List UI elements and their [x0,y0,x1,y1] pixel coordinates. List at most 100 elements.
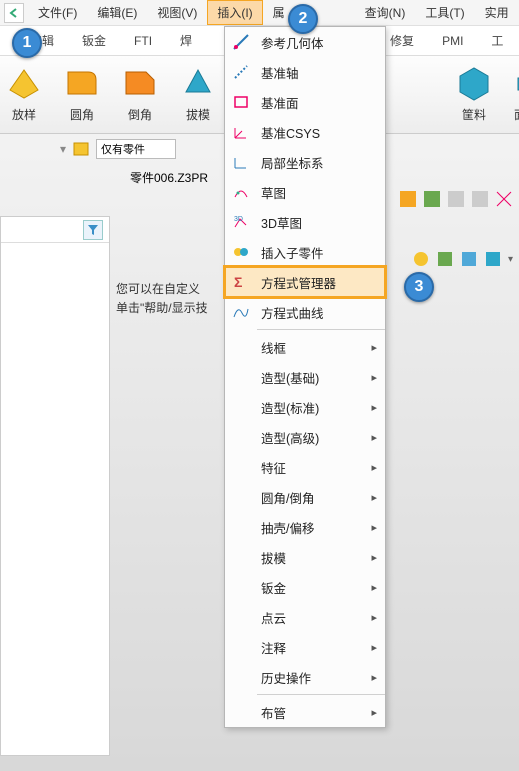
menu-item-label: 插入子零件 [261,243,324,262]
hint-line2: 单击"帮助/显示技 [116,299,208,318]
menubar-back-arrow[interactable] [4,3,24,23]
menu-file[interactable]: 文件(F) [28,0,87,25]
tool-icon[interactable] [423,190,441,208]
ribbon-draft-label: 拔模 [186,106,210,123]
menu-view[interactable]: 视图(V) [147,0,207,25]
menu-item-label: 造型(基础) [261,368,319,387]
tool-icon[interactable] [471,190,489,208]
tab-weld[interactable]: 焊 [166,26,206,55]
eqcurve-icon [231,302,251,322]
menu-piping[interactable]: 布管 [225,697,385,727]
menu-item-label: 拔模 [261,548,286,567]
insert-menu: 参考几何体 基准轴 基准面 基准CSYS 局部坐标系 草图 3D 3D草图 插入… [224,26,386,728]
axis-icon [231,62,251,82]
menu-separator [257,694,385,695]
menu-datum-plane[interactable]: 基准面 [225,87,385,117]
sketch3d-icon: 3D [231,212,251,232]
menu-tools[interactable]: 工具(T) [415,0,474,25]
menu-item-label: 布管 [261,703,286,722]
menu-equation-manager[interactable]: Σ 方程式管理器 [225,267,385,297]
menu-draft[interactable]: 拔模 [225,542,385,572]
tool-icon[interactable] [484,250,502,268]
menu-sketch[interactable]: 草图 [225,177,385,207]
menu-sheetmetal[interactable]: 钣金 [225,572,385,602]
chevron-down-icon[interactable]: ▾ [60,142,66,156]
ribbon-fillet-label: 圆角 [70,106,94,123]
plane-icon [231,92,251,112]
menu-item-label: 3D草图 [261,213,302,232]
part-filter-combo[interactable]: 仅有零件 [96,139,176,159]
menu-item-label: 草图 [261,183,286,202]
tree-panel-header [1,217,109,243]
menu-query[interactable]: 查询(N) [355,0,416,25]
menu-item-label: 方程式管理器 [261,273,336,292]
ribbon-chamfer[interactable]: 倒角 [120,62,160,123]
equation-icon: Σ [231,272,251,292]
menu-history[interactable]: 历史操作 [225,662,385,692]
menu-item-label: 局部坐标系 [261,153,324,172]
menu-item-label: 造型(标准) [261,398,319,417]
menu-annotation[interactable]: 注释 [225,632,385,662]
menu-item-label: 特征 [261,458,286,477]
menu-item-label: 圆角/倒角 [261,488,314,507]
subpart-icon [231,242,251,262]
menu-edit[interactable]: 编辑(E) [87,0,147,25]
csys-icon [231,122,251,142]
menu-shape-advanced[interactable]: 造型(高级) [225,422,385,452]
tool-icon[interactable] [412,250,430,268]
tree-panel [0,216,110,756]
menu-item-label: 注释 [261,638,286,657]
ribbon-chamfer-label: 倒角 [128,106,152,123]
filter-icon[interactable] [83,220,103,240]
history-icon[interactable] [72,140,90,158]
file-tab[interactable]: 零件006.Z3PR [130,169,208,186]
ribbon-loft-label: 放样 [12,106,36,123]
tab-sheetmetal[interactable]: 钣金 [68,26,120,55]
tab-pmi[interactable]: PMI [428,28,477,54]
tool-icon[interactable] [399,190,417,208]
menu-item-label: 历史操作 [261,668,311,687]
menu-item-label: 基准面 [261,93,299,112]
tool-icon[interactable] [460,250,478,268]
menu-insert[interactable]: 插入(I) [207,0,262,25]
ribbon-draft[interactable]: 拔模 [178,62,218,123]
menu-item-label: 基准CSYS [261,123,320,142]
svg-text:Σ: Σ [234,274,242,290]
menu-item-label: 抽壳/偏移 [261,518,314,537]
view-toolbar [399,190,513,208]
menu-item-label: 点云 [261,608,286,627]
ribbon-loft[interactable]: 放样 [4,62,44,123]
menu-3dsketch[interactable]: 3D 3D草图 [225,207,385,237]
menu-feature[interactable]: 特征 [225,452,385,482]
ribbon-stock[interactable]: 筐料 [454,62,494,123]
tool-icon[interactable] [447,190,465,208]
local-csys-icon [231,152,251,172]
menu-fillet-chamfer[interactable]: 圆角/倒角 [225,482,385,512]
chevron-down-icon[interactable]: ▾ [508,254,513,265]
ribbon-faceoffset[interactable]: 面偏移 [512,62,519,123]
ribbon-fillet[interactable]: 圆角 [62,62,102,123]
menu-shape-basic[interactable]: 造型(基础) [225,362,385,392]
menu-item-label: 参考几何体 [261,33,324,52]
menu-separator [257,329,385,330]
tool-icon[interactable] [436,250,454,268]
menu-pointcloud[interactable]: 点云 [225,602,385,632]
tab-eng[interactable]: 工 [477,26,517,55]
menubar: 文件(F) 编辑(E) 视图(V) 插入(I) 属 查询(N) 工具(T) 实用 [0,0,519,26]
menu-item-label: 方程式曲线 [261,303,324,322]
menu-shape-standard[interactable]: 造型(标准) [225,392,385,422]
menu-util[interactable]: 实用 [475,0,519,25]
menu-wireframe[interactable]: 线框 [225,332,385,362]
tab-fti[interactable]: FTI [120,28,166,54]
menu-item-label: 造型(高级) [261,428,319,447]
callout-1: 1 [12,28,42,58]
menu-local-csys[interactable]: 局部坐标系 [225,147,385,177]
menu-insert-subpart[interactable]: 插入子零件 [225,237,385,267]
menu-item-label: 线框 [261,338,286,357]
tool-icon[interactable] [495,190,513,208]
menu-datum-csys[interactable]: 基准CSYS [225,117,385,147]
menu-datum-axis[interactable]: 基准轴 [225,57,385,87]
hint-line1: 您可以在自定义 [116,280,208,299]
menu-equation-curve[interactable]: 方程式曲线 [225,297,385,327]
menu-shell-offset[interactable]: 抽壳/偏移 [225,512,385,542]
